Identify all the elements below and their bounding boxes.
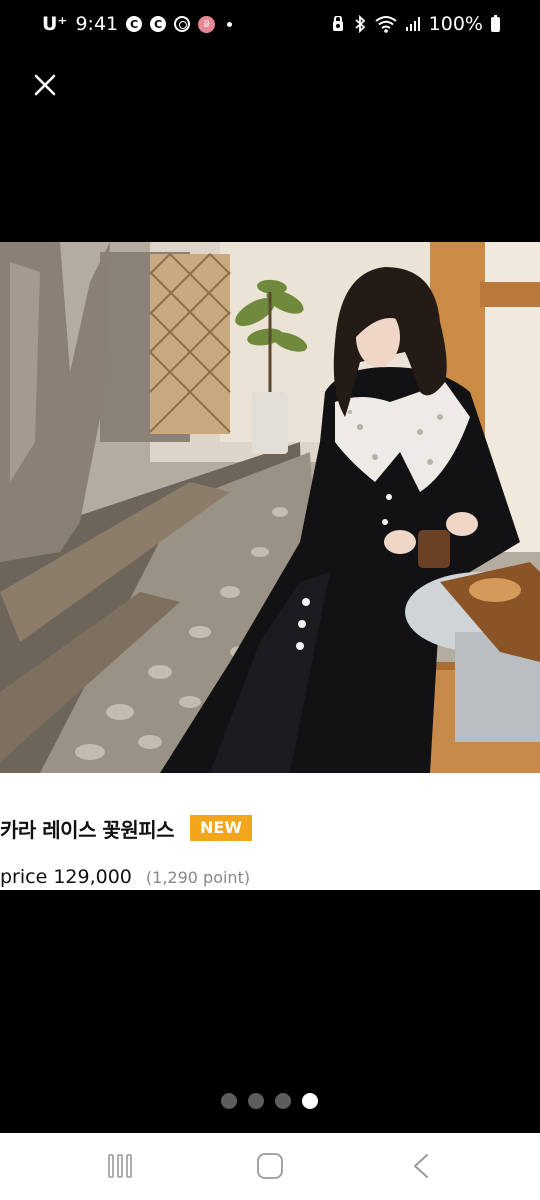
status-bar-left: U⁺ 9:41 C C 클: [42, 13, 233, 35]
product-name-row: 카라 레이스 꽃원피스 NEW: [0, 813, 252, 843]
pager-dot-4-active[interactable]: [302, 1093, 318, 1109]
product-photo: [0, 242, 540, 773]
reward-points: (1,290 point): [145, 868, 251, 887]
wifi-icon: [375, 16, 397, 33]
system-nav-bar: [0, 1133, 540, 1200]
signal-icon: [405, 17, 420, 31]
fingerprint-icon: [174, 16, 191, 32]
status-bar: U⁺ 9:41 C C 클 100%: [0, 0, 540, 50]
recents-button[interactable]: [105, 1151, 135, 1181]
price-row: price 129,000 (1,290 point): [0, 866, 250, 888]
close-button[interactable]: [30, 70, 60, 100]
alarm-icon: [332, 16, 343, 31]
carrier-label: U⁺: [42, 13, 68, 35]
battery-icon: [491, 14, 500, 32]
image-pager: [221, 1093, 318, 1109]
bluetooth-icon: [355, 15, 365, 33]
more-notifications-dot-icon: [227, 21, 233, 27]
status-bar-right: 100%: [331, 13, 500, 35]
pager-dot-3[interactable]: [275, 1093, 291, 1109]
notification-c-icon: C: [126, 16, 143, 32]
app-badge-icon: 클: [198, 15, 216, 33]
back-icon: [414, 1154, 428, 1178]
notification-c-icon-2: C: [150, 16, 167, 32]
product-image-card: 카라 레이스 꽃원피스 NEW price 129,000 (1,290 poi…: [0, 242, 540, 890]
product-name: 카라 레이스 꽃원피스: [0, 817, 175, 842]
home-button[interactable]: [255, 1151, 285, 1181]
back-button[interactable]: [407, 1151, 437, 1181]
battery-percent: 100%: [428, 13, 483, 35]
home-icon: [257, 1153, 283, 1179]
recents-icon: [108, 1154, 132, 1178]
pager-dot-2[interactable]: [248, 1093, 264, 1109]
clock: 9:41: [75, 13, 119, 35]
product-price: price 129,000: [0, 866, 132, 888]
pager-dot-1[interactable]: [221, 1093, 237, 1109]
new-badge: NEW: [190, 815, 252, 841]
close-icon: [34, 74, 56, 96]
